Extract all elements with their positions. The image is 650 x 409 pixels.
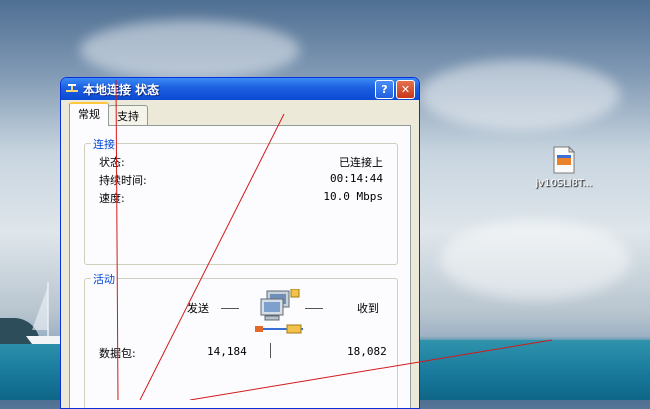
speed-label: 速度: — [99, 192, 125, 205]
tab-panel-general: 连接 状态: 已连接上 持续时间: 00:14:44 速度: 10.0 Mbps… — [69, 125, 411, 408]
tab-general[interactable]: 常规 — [69, 102, 109, 126]
tab-strip: 常规 支持 — [69, 102, 148, 126]
local-connection-status-window[interactable]: 本地连接 状态 ? ✕ 常规 支持 连接 状态: 已连接上 持续时间: 00:1… — [60, 77, 420, 409]
sent-divider — [221, 308, 239, 309]
tab-support[interactable]: 支持 — [108, 105, 148, 126]
activity-legend: 活动 — [91, 271, 117, 287]
desktop-file-label: jv10SLl8T... — [535, 178, 593, 189]
status-label: 状态: — [99, 156, 125, 169]
duration-row: 持续时间: 00:14:44 — [99, 172, 383, 188]
connection-group: 连接 状态: 已连接上 持续时间: 00:14:44 速度: 10.0 Mbps — [84, 136, 398, 265]
desktop-file-icon[interactable]: jv10SLl8T... — [528, 145, 600, 189]
packets-sent-value: 14,184 — [207, 345, 247, 358]
status-row: 状态: 已连接上 — [99, 154, 383, 170]
cloud — [80, 20, 300, 80]
duration-label: 持续时间: — [99, 174, 147, 187]
title-bar[interactable]: 本地连接 状态 ? ✕ — [61, 78, 419, 100]
activity-group: 活动 发送 收到 数据包: 14,184 18,082 — [84, 271, 398, 408]
packets-received-value: 18,082 — [347, 345, 387, 358]
close-button[interactable]: ✕ — [396, 79, 415, 99]
duration-value: 00:14:44 — [330, 172, 383, 185]
received-label: 收到 — [357, 302, 379, 315]
speed-row: 速度: 10.0 Mbps — [99, 190, 383, 206]
cloud — [440, 220, 630, 300]
file-icon — [552, 145, 576, 174]
packets-divider — [270, 343, 271, 358]
packets-label: 数据包: — [99, 347, 136, 360]
network-icon — [66, 84, 78, 92]
help-button[interactable]: ? — [375, 79, 394, 99]
connection-legend: 连接 — [91, 136, 117, 152]
speed-value: 10.0 Mbps — [323, 190, 383, 203]
window-title: 本地连接 状态 — [83, 82, 160, 97]
sent-label: 发送 — [187, 302, 209, 315]
cloud — [420, 60, 620, 130]
network-computers-icon — [255, 289, 303, 334]
status-value: 已连接上 — [339, 156, 383, 169]
